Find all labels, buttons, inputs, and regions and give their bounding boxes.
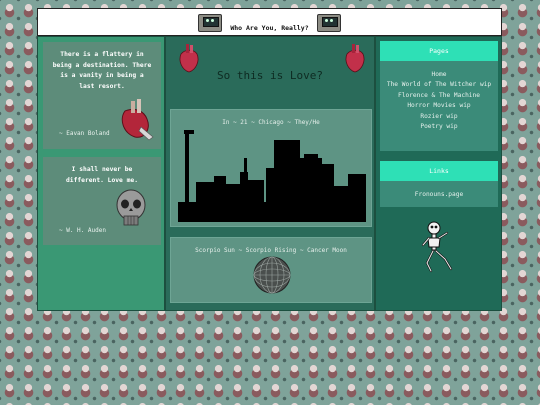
quote-author: ~ Eavan Boland <box>59 130 110 137</box>
retro-computer-icon <box>314 13 344 32</box>
anatomical-heart-icon <box>345 44 365 73</box>
title-section: So this is Love? <box>170 41 370 89</box>
city-skyline <box>178 130 366 222</box>
site-title: Who Are You, Really? <box>230 24 309 32</box>
astrology-signs: Scorpio Sun ~ Scorpio Rising ~ Cancer Mo… <box>195 247 347 254</box>
nav-link-poetry[interactable]: Poetry wip <box>380 122 498 132</box>
quote-card: I shall never be different. Love me. ~ W… <box>43 157 161 245</box>
pages-heading: Pages <box>380 41 498 61</box>
pages-nav: Home The World of The Witcher wip Floren… <box>380 61 498 151</box>
dancing-skeleton-icon <box>421 221 453 273</box>
nav-link-horror[interactable]: Horror Movies wip <box>380 101 498 111</box>
site-header: Who Are You, Really? <box>37 8 502 36</box>
nav-link-florence[interactable]: Florence & The Machine <box>380 91 498 101</box>
links-heading: Links <box>380 161 498 181</box>
quote-card: There is a flattery in being a destinati… <box>43 42 161 149</box>
page-title: So this is Love? <box>217 69 323 82</box>
quote-text: I shall never be different. Love me. <box>65 166 139 184</box>
about-details: In ~ 21 ~ Chicago ~ They/He <box>222 119 320 126</box>
anatomical-heart-icon <box>121 99 154 141</box>
quote-text: There is a flattery in being a destinati… <box>52 51 152 90</box>
left-column: There is a flattery in being a destinati… <box>37 36 165 311</box>
quote-author: ~ W. H. Auden <box>59 227 106 234</box>
nav-link-witcher[interactable]: The World of The Witcher wip <box>380 80 498 90</box>
nav-link-rozier[interactable]: Rozier wip <box>380 112 498 122</box>
retro-computer-icon <box>195 13 225 32</box>
about-card: In ~ 21 ~ Chicago ~ They/He <box>170 109 372 227</box>
links-nav: Fronouns.page <box>380 181 498 207</box>
middle-column: So this is Love? In ~ 21 ~ Chicago ~ The… <box>165 36 375 311</box>
astrology-card: Scorpio Sun ~ Scorpio Rising ~ Cancer Mo… <box>170 237 372 303</box>
nav-link-home[interactable]: Home <box>380 70 498 80</box>
link-pronouns-page[interactable]: Fronouns.page <box>380 190 498 200</box>
skull-icon <box>116 189 146 226</box>
disco-ball-icon <box>253 256 291 294</box>
right-column: Pages Home The World of The Witcher wip … <box>375 36 502 311</box>
